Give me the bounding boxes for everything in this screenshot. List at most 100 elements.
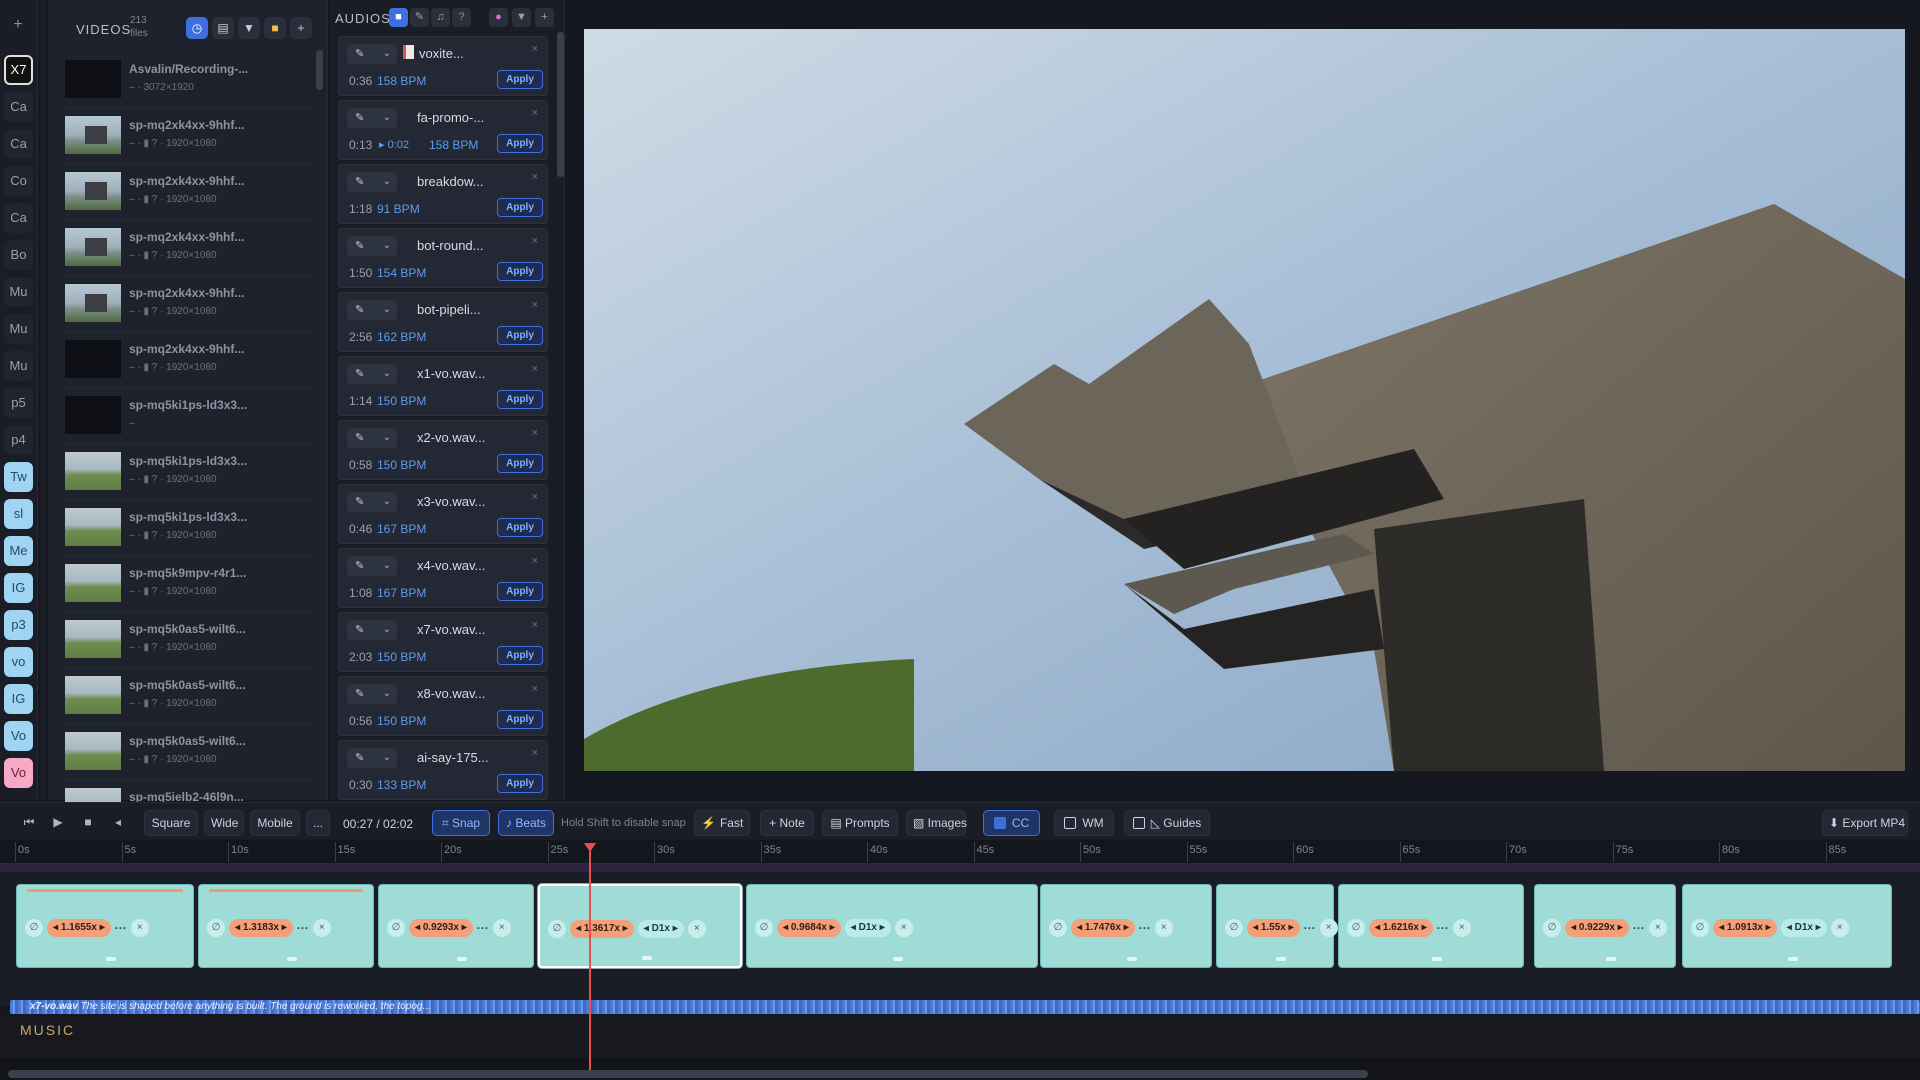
rail-item[interactable]: Vo bbox=[4, 721, 33, 751]
rail-item[interactable]: p3 bbox=[4, 610, 33, 640]
clip-trim-handle[interactable] bbox=[287, 957, 297, 961]
add-audio-button[interactable]: + bbox=[535, 8, 554, 27]
audio-filter-icon[interactable]: ▼ bbox=[512, 8, 531, 27]
more-icon[interactable]: ··· bbox=[1437, 921, 1449, 935]
video-clip[interactable]: ∅ ◂ 1.0913x ▸ ◂ D1x ▸ × bbox=[1682, 884, 1892, 968]
wm-checkbox[interactable] bbox=[1064, 817, 1077, 829]
speed-control[interactable]: ◂ 1.6216x ▸ bbox=[1369, 919, 1433, 937]
layout-icon[interactable]: ▤ bbox=[212, 17, 234, 39]
apply-button[interactable]: Apply bbox=[497, 454, 543, 473]
video-clip[interactable]: ∅ ◂ 1.55x ▸ ··· × bbox=[1216, 884, 1338, 968]
clip-trim-handle[interactable] bbox=[1432, 957, 1442, 961]
close-icon[interactable]: × bbox=[532, 683, 538, 695]
mute-icon[interactable]: ∅ bbox=[755, 919, 773, 937]
video-clip[interactable]: ∅ ◂ 0.9684x ▸ ◂ D1x ▸ × bbox=[746, 884, 1038, 968]
rail-item[interactable]: X7 bbox=[4, 55, 33, 85]
duration-control[interactable]: ◂ D1x ▸ bbox=[844, 919, 891, 937]
close-icon[interactable]: × bbox=[532, 491, 538, 503]
clip-trim-handle[interactable] bbox=[1127, 957, 1137, 961]
export-mp4-button[interactable]: ⬇ Export MP4 bbox=[1822, 810, 1908, 836]
close-icon[interactable]: × bbox=[532, 747, 538, 759]
folder-icon[interactable]: ■ bbox=[264, 17, 286, 39]
speed-control[interactable]: ◂ 0.9293x ▸ bbox=[409, 919, 473, 937]
aspect-square-button[interactable]: Square bbox=[144, 810, 198, 836]
wand-dropdown[interactable]: ✎ ⌄ bbox=[347, 236, 397, 256]
audio-card[interactable]: ✎ ⌄ x3-vo.wav... × 0:46 167 BPM Apply bbox=[338, 484, 548, 544]
video-list-item[interactable]: sp-mq5ki1ps-ld3x3... – · ▮ ? · 1920×1080 bbox=[62, 500, 312, 556]
audio-card[interactable]: ✎ ⌄ x4-vo.wav... × 1:08 167 BPM Apply bbox=[338, 548, 548, 608]
more-icon[interactable]: ··· bbox=[1304, 921, 1316, 935]
video-list-item[interactable]: sp-mq2xk4xx-9hhf... – · ▮ ? · 1920×1080 bbox=[62, 108, 312, 164]
audio-card[interactable]: ✎ ⌄ voxite... × 0:36 158 BPM Apply bbox=[338, 36, 548, 96]
audio-card[interactable]: ✎ ⌄ bot-round... × 1:50 154 BPM Apply bbox=[338, 228, 548, 288]
close-icon[interactable]: × bbox=[532, 555, 538, 567]
aspect-wide-button[interactable]: Wide bbox=[204, 810, 244, 836]
video-list-item[interactable]: sp-mq2xk4xx-9hhf... – · ▮ ? · 1920×1080 bbox=[62, 220, 312, 276]
clip-trim-handle[interactable] bbox=[457, 957, 467, 961]
wand-dropdown[interactable]: ✎ ⌄ bbox=[347, 108, 397, 128]
close-icon[interactable]: × bbox=[532, 427, 538, 439]
apply-button[interactable]: Apply bbox=[497, 646, 543, 665]
add-project-button[interactable]: + bbox=[4, 12, 32, 38]
wand-dropdown[interactable]: ✎ ⌄ bbox=[347, 300, 397, 320]
close-icon[interactable]: × bbox=[532, 171, 538, 183]
filter-icon[interactable]: ▼ bbox=[238, 17, 260, 39]
video-list-item[interactable]: sp-mq2xk4xx-9hhf... – · ▮ ? · 1920×1080 bbox=[62, 332, 312, 388]
mute-icon[interactable]: ∅ bbox=[1347, 919, 1365, 937]
more-icon[interactable]: ··· bbox=[1139, 921, 1151, 935]
remove-clip-icon[interactable]: × bbox=[1648, 919, 1667, 937]
rail-item[interactable]: Mu bbox=[4, 277, 33, 307]
video-list-item[interactable]: Asvalin/Recording-... – · 3072×1920 bbox=[62, 52, 312, 108]
clip-trim-handle[interactable] bbox=[1276, 957, 1286, 961]
rail-scrollbar[interactable] bbox=[40, 0, 47, 800]
audio-card[interactable]: ✎ ⌄ x1-vo.wav... × 1:14 150 BPM Apply bbox=[338, 356, 548, 416]
apply-button[interactable]: Apply bbox=[497, 774, 543, 793]
rail-item[interactable]: Mu bbox=[4, 351, 33, 381]
rail-item[interactable]: Tw bbox=[4, 462, 33, 492]
close-icon[interactable]: × bbox=[532, 43, 538, 55]
clip-trim-handle[interactable] bbox=[893, 957, 903, 961]
add-video-button[interactable]: + bbox=[290, 17, 312, 39]
snap-toggle[interactable]: ⌗ Snap bbox=[432, 810, 490, 836]
clip-trim-handle[interactable] bbox=[1788, 957, 1798, 961]
apply-button[interactable]: Apply bbox=[497, 70, 543, 89]
cc-checkbox[interactable] bbox=[993, 817, 1006, 829]
video-list-item[interactable]: sp-mq5k9mpv-r4r1... – · ▮ ? · 1920×1080 bbox=[62, 556, 312, 612]
close-icon[interactable]: × bbox=[532, 107, 538, 119]
audio-card[interactable]: ✎ ⌄ bot-pipeli... × 2:56 162 BPM Apply bbox=[338, 292, 548, 352]
rail-item[interactable]: IG bbox=[4, 684, 33, 714]
video-list-item[interactable]: sp-mq5k0as5-wilt6... – · ▮ ? · 1920×1080 bbox=[62, 612, 312, 668]
apply-button[interactable]: Apply bbox=[497, 198, 543, 217]
video-list-item[interactable]: sp-mq5k0as5-wilt6... – · ▮ ? · 1920×1080 bbox=[62, 668, 312, 724]
audio-card[interactable]: ✎ ⌄ breakdow... × 1:18 91 BPM Apply bbox=[338, 164, 548, 224]
video-clip[interactable]: ∅ ◂ 1.3617x ▸ ◂ D1x ▸ × bbox=[538, 884, 742, 968]
remove-clip-icon[interactable]: × bbox=[1154, 919, 1173, 937]
record-icon[interactable]: ● bbox=[489, 8, 508, 27]
wand-dropdown[interactable]: ✎ ⌄ bbox=[347, 364, 397, 384]
more-icon[interactable]: ··· bbox=[115, 921, 127, 935]
skip-back-icon[interactable]: ⏮ bbox=[18, 810, 40, 836]
add-note-button[interactable]: + Note bbox=[760, 810, 814, 836]
rail-item[interactable]: Mu bbox=[4, 314, 33, 344]
wand-dropdown[interactable]: ✎ ⌄ bbox=[347, 172, 397, 192]
close-icon[interactable]: × bbox=[532, 299, 538, 311]
wand-filter-icon[interactable]: ✎ bbox=[410, 8, 429, 27]
remove-clip-icon[interactable]: × bbox=[130, 919, 149, 937]
cc-toggle[interactable]: CC bbox=[983, 810, 1040, 836]
aspect-mobile-button[interactable]: Mobile bbox=[250, 810, 300, 836]
mute-icon[interactable]: ∅ bbox=[1691, 919, 1709, 937]
volume-icon[interactable]: ◂ bbox=[107, 810, 129, 836]
speed-control[interactable]: ◂ 1.0913x ▸ bbox=[1713, 919, 1777, 937]
video-clip[interactable]: ∅ ◂ 0.9293x ▸ ··· × bbox=[378, 884, 534, 968]
more-icon[interactable]: ··· bbox=[477, 921, 489, 935]
apply-button[interactable]: Apply bbox=[497, 134, 543, 153]
clip-trim-handle[interactable] bbox=[106, 957, 116, 961]
apply-button[interactable]: Apply bbox=[497, 582, 543, 601]
mute-icon[interactable]: ∅ bbox=[25, 919, 43, 937]
time-ruler[interactable]: 0s 5s 10s 15s 20s 25s 30s 35s 40s 45s 50s 55s 60s 65s… bbox=[0, 840, 1920, 864]
rail-item[interactable]: Ca bbox=[4, 129, 33, 159]
close-icon[interactable]: × bbox=[532, 235, 538, 247]
apply-button[interactable]: Apply bbox=[497, 390, 543, 409]
clock-icon[interactable]: ◷ bbox=[186, 17, 208, 39]
wand-dropdown[interactable]: ✎ ⌄ bbox=[347, 748, 397, 768]
